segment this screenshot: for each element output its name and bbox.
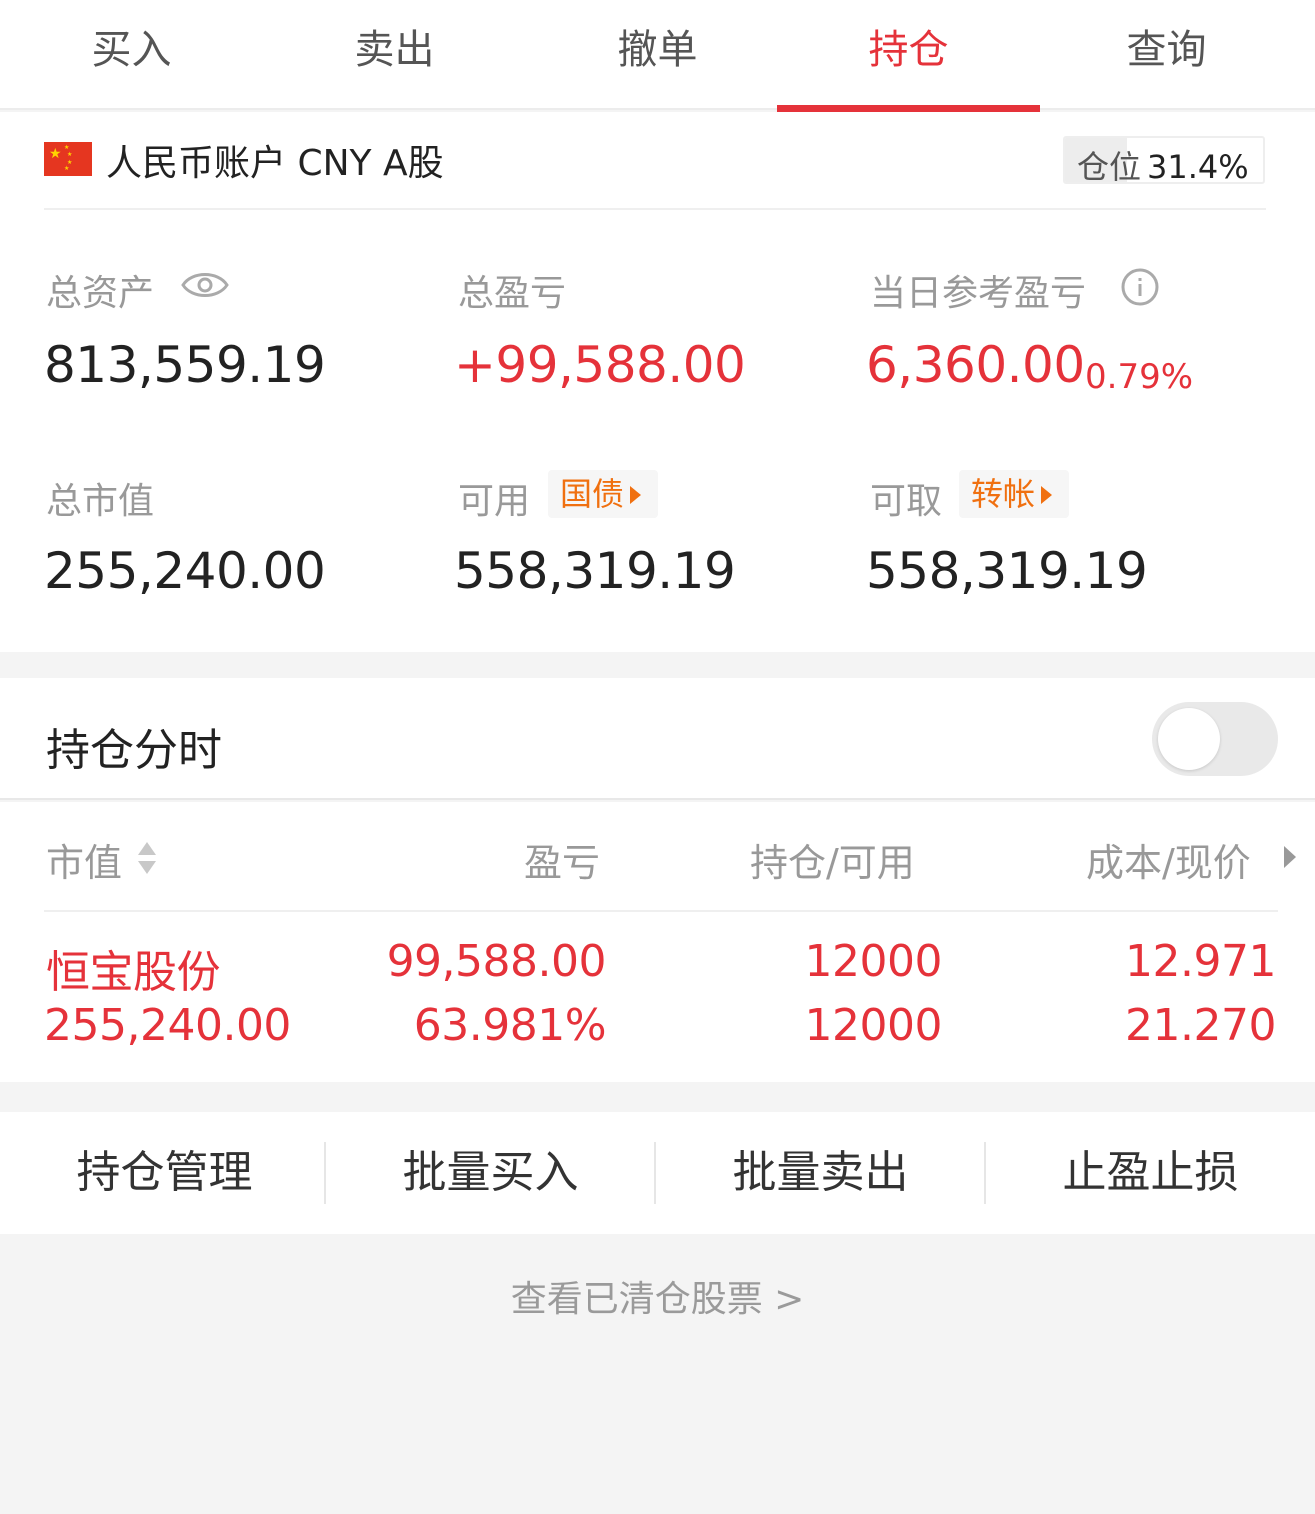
batch-buy-button[interactable]: 批量买入 xyxy=(326,1112,655,1234)
tab-cancel-order[interactable]: 撤单 xyxy=(526,0,789,110)
tab-holdings[interactable]: 持仓 xyxy=(777,0,1040,112)
stock-name: 恒宝股份 xyxy=(46,947,221,998)
info-icon[interactable] xyxy=(1120,267,1160,307)
tab-query[interactable]: 查询 xyxy=(1035,0,1298,110)
market-value-label: 总市值 xyxy=(46,481,155,522)
account-title: 人民币账户 CNY A股 xyxy=(106,143,444,184)
chevron-right-icon[interactable] xyxy=(1284,846,1296,868)
tab-holdings-label: 持仓 xyxy=(868,27,949,73)
column-header-pnl: 盈亏 xyxy=(524,841,601,885)
divider xyxy=(44,208,1266,210)
total-pnl-label: 总盈亏 xyxy=(458,273,567,314)
stock-cost: 12.971 xyxy=(1125,936,1276,987)
daily-pnl-value: 6,360.00 xyxy=(866,336,1085,394)
available-label: 可用 xyxy=(458,481,531,522)
column-header-cost: 成本/现价 xyxy=(1086,841,1251,885)
eye-icon[interactable] xyxy=(180,267,230,303)
stock-position: 12000 xyxy=(804,936,943,987)
treasury-bond-button[interactable]: 国债 xyxy=(548,470,658,518)
treasury-bond-label: 国债 xyxy=(560,475,625,513)
intraday-row: 持仓分时 xyxy=(0,678,1315,800)
available-value: 558,319.19 xyxy=(454,542,736,600)
top-tab-bar: 买入 卖出 撤单 持仓 查询 xyxy=(0,0,1315,112)
stock-pnl-percent: 63.981% xyxy=(413,1000,607,1051)
action-bar: 持仓管理 批量买入 批量卖出 止盈止损 xyxy=(0,1112,1315,1234)
batch-sell-button[interactable]: 批量卖出 xyxy=(656,1112,985,1234)
transfer-label: 转帐 xyxy=(971,475,1036,513)
tab-buy[interactable]: 买入 xyxy=(0,0,263,110)
holdings-table: 市值 盈亏 持仓/可用 成本/现价 恒宝股份 255,240.00 99,588… xyxy=(0,802,1315,1082)
position-value: 31.4% xyxy=(1147,148,1249,184)
toggle-knob xyxy=(1158,708,1220,770)
intraday-toggle[interactable] xyxy=(1152,702,1278,776)
caret-right-icon xyxy=(630,486,642,504)
position-management-button[interactable]: 持仓管理 xyxy=(0,1112,329,1234)
total-pnl-value: +99,588.00 xyxy=(454,336,746,394)
transfer-button[interactable]: 转帐 xyxy=(959,470,1069,518)
stock-available: 12000 xyxy=(804,1000,943,1051)
stock-market-value: 255,240.00 xyxy=(44,1000,291,1051)
daily-pnl-percent: 0.79% xyxy=(1085,357,1194,397)
intraday-label: 持仓分时 xyxy=(46,725,222,776)
column-header-position: 持仓/可用 xyxy=(750,841,915,885)
stock-price: 21.270 xyxy=(1125,1000,1276,1051)
divider xyxy=(44,910,1278,912)
stock-pnl: 99,588.00 xyxy=(386,936,607,987)
total-assets-label: 总资产 xyxy=(46,273,155,314)
daily-pnl-label: 当日参考盈亏 xyxy=(870,273,1087,314)
account-summary: ★ ★ ★ ★ ★ 人民币账户 CNY A股 仓位 31.4% 总资产 813,5… xyxy=(0,112,1315,652)
total-assets-value: 813,559.19 xyxy=(44,336,326,394)
stop-profit-loss-button[interactable]: 止盈止损 xyxy=(986,1112,1315,1234)
market-value-value: 255,240.00 xyxy=(44,542,326,600)
sort-icon[interactable] xyxy=(136,836,158,880)
position-label: 仓位 xyxy=(1077,148,1142,184)
position-ratio-badge: 仓位 31.4% xyxy=(1063,136,1265,184)
withdrawable-value: 558,319.19 xyxy=(866,542,1148,600)
withdrawable-label: 可取 xyxy=(870,481,943,522)
china-flag-icon: ★ ★ ★ ★ ★ xyxy=(44,142,92,176)
view-cleared-stocks-link[interactable]: 查看已清仓股票 > xyxy=(0,1270,1315,1322)
caret-right-icon xyxy=(1041,486,1053,504)
active-tab-indicator xyxy=(777,105,1040,112)
column-header-market-value[interactable]: 市值 xyxy=(46,832,122,887)
tab-sell[interactable]: 卖出 xyxy=(263,0,526,110)
